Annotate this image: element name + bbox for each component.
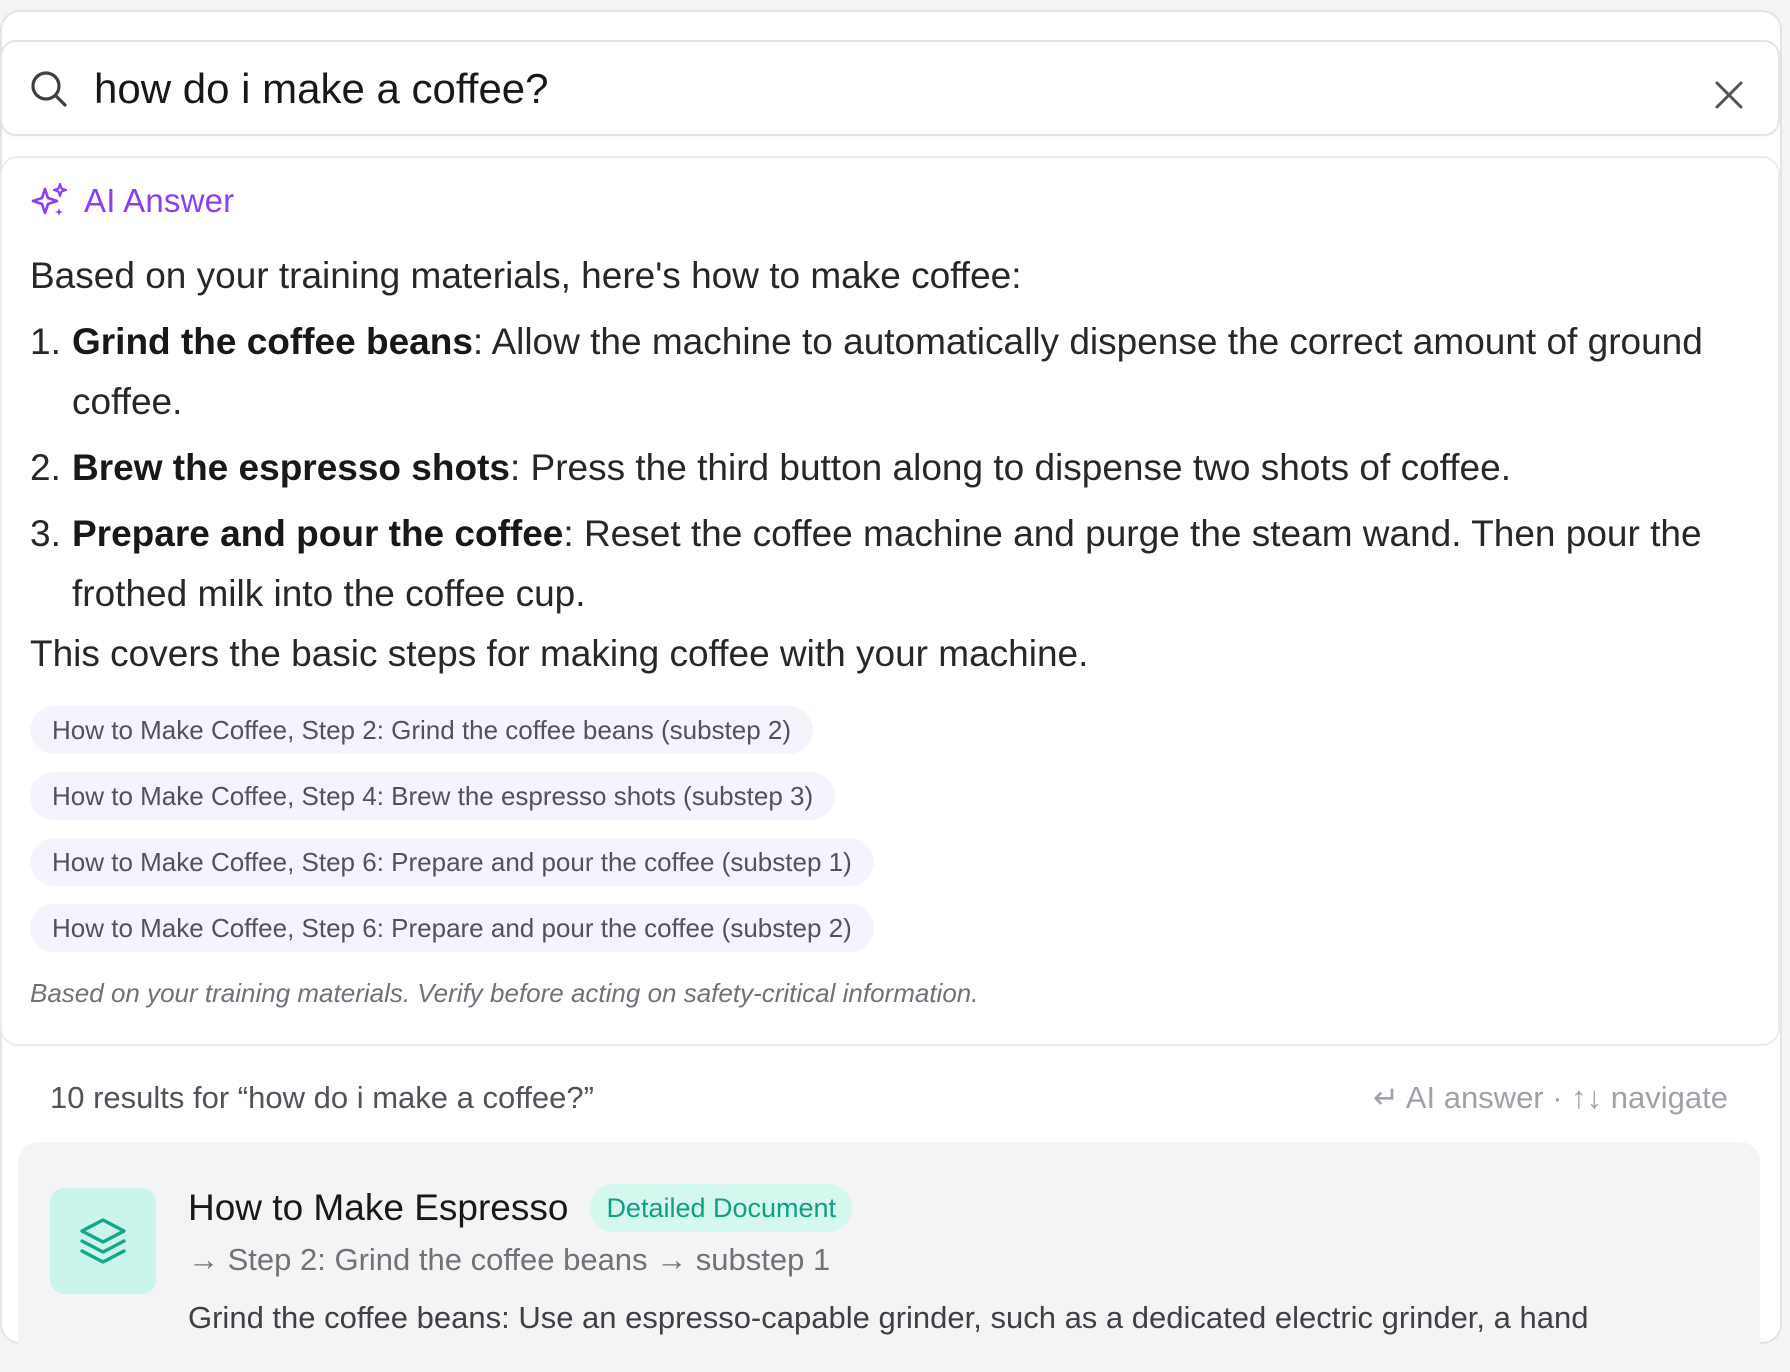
- step-heading: Prepare and pour the coffee: [72, 513, 564, 554]
- source-chips: How to Make Coffee, Step 2: Grind the co…: [30, 706, 874, 970]
- step-number: 2.: [30, 447, 61, 488]
- step-number: 3.: [30, 513, 61, 554]
- step-number: 1.: [30, 321, 61, 362]
- answer-step: 1. Grind the coffee beans: Allow the mac…: [30, 312, 1730, 432]
- answer-intro: Based on your training materials, here's…: [30, 255, 1022, 296]
- answer-step: 3. Prepare and pour the coffee: Reset th…: [30, 504, 1730, 624]
- result-snippet: Grind the coffee beans: Use an espresso-…: [188, 1300, 1589, 1335]
- answer-step: 2. Brew the espresso shots: Press the th…: [30, 438, 1730, 498]
- result-title: How to Make Espresso: [188, 1187, 569, 1228]
- search-bar: [0, 40, 1780, 136]
- document-type-badge: Detailed Document: [590, 1184, 853, 1232]
- result-item[interactable]: How to Make Espresso Detailed Document →…: [18, 1142, 1760, 1372]
- result-path: → Step 2: Grind the coffee beans → subst…: [188, 1242, 831, 1277]
- step-heading: Brew the espresso shots: [72, 447, 510, 488]
- source-chip[interactable]: How to Make Coffee, Step 4: Brew the esp…: [30, 772, 836, 820]
- source-chip[interactable]: How to Make Coffee, Step 2: Grind the co…: [30, 706, 814, 754]
- answer-outro: This covers the basic steps for making c…: [30, 633, 1089, 674]
- close-icon[interactable]: [1712, 78, 1746, 112]
- ai-answer-card: AI Answer Based on your training materia…: [0, 156, 1780, 1046]
- results-count: 10 results for “how do i make a coffee?”: [50, 1080, 594, 1115]
- search-icon: [31, 71, 67, 107]
- ai-answer-header: AI Answer: [30, 182, 234, 220]
- source-chip[interactable]: How to Make Coffee, Step 6: Prepare and …: [30, 838, 874, 886]
- layers-icon: [80, 1218, 126, 1264]
- keyboard-hints: ↵ AI answer · ↑↓ navigate: [1372, 1080, 1728, 1115]
- sparkle-icon: [31, 182, 68, 216]
- result-title-row: How to Make Espresso Detailed Document: [188, 1184, 853, 1232]
- step-text: : Press the third button along to dispen…: [509, 447, 1511, 488]
- answer-steps: 1. Grind the coffee beans: Allow the mac…: [30, 312, 1730, 624]
- source-chip[interactable]: How to Make Coffee, Step 6: Prepare and …: [30, 904, 874, 952]
- ai-answer-body: Based on your training materials, here's…: [30, 246, 1730, 684]
- step-heading: Grind the coffee beans: [72, 321, 473, 362]
- search-input[interactable]: [94, 62, 1654, 116]
- document-icon-box: [50, 1188, 156, 1294]
- ai-answer-title: AI Answer: [84, 182, 235, 219]
- ai-disclaimer: Based on your training materials. Verify…: [30, 978, 979, 1008]
